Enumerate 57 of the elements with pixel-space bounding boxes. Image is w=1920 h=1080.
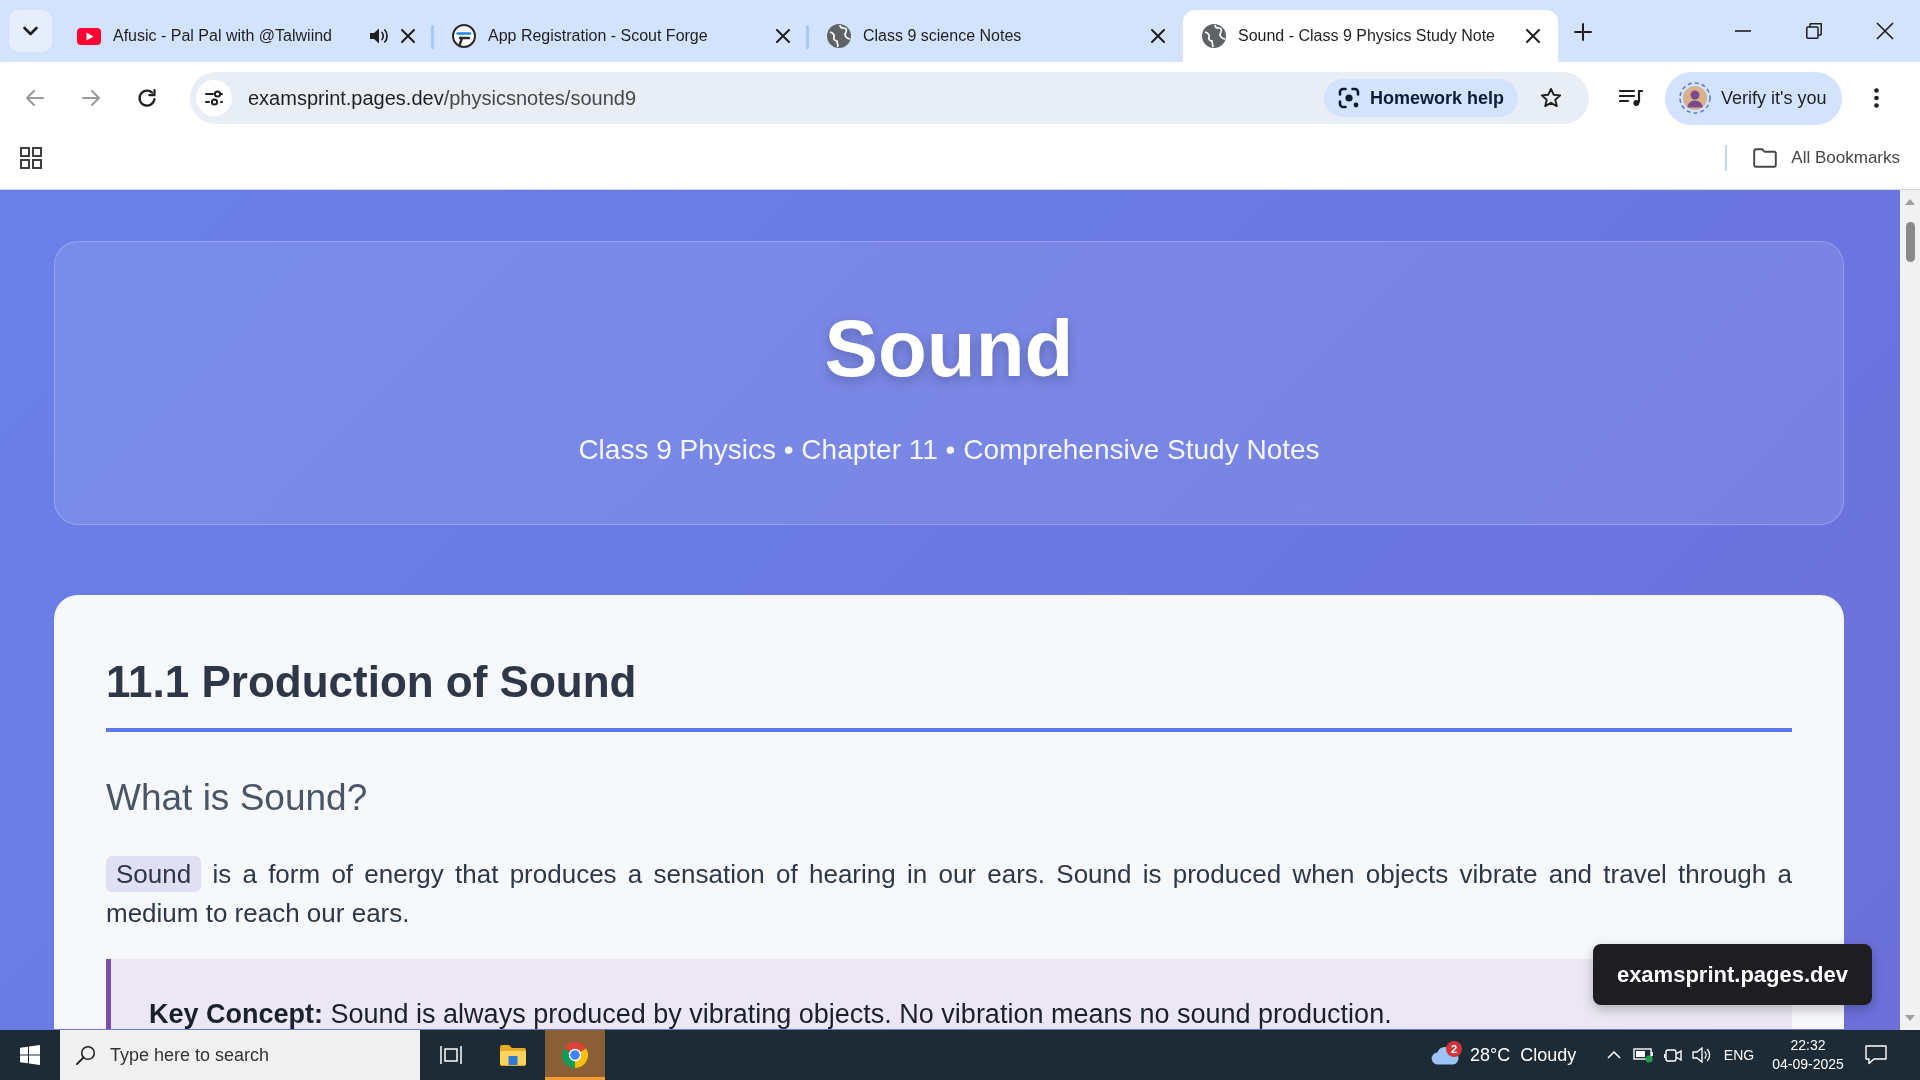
page-title: Sound: [824, 303, 1074, 395]
apps-grid-icon[interactable]: [20, 146, 42, 169]
lens-icon: [1337, 87, 1360, 109]
sliders-icon[interactable]: [196, 80, 232, 116]
close-icon[interactable]: [776, 29, 790, 43]
browser-tab[interactable]: Afusic - Pal Pal with @Talwiind: [58, 10, 433, 62]
scrollbar-track[interactable]: [1900, 190, 1920, 1030]
url-text[interactable]: examsprint.pages.dev/physicsnotes/sound9: [248, 86, 636, 110]
alert-badge: 2: [1446, 1040, 1462, 1057]
speaker-icon[interactable]: [1691, 1047, 1712, 1063]
restore-icon[interactable]: [1805, 23, 1822, 39]
folder-icon: [499, 1044, 527, 1066]
search-icon: [76, 1045, 96, 1065]
section-subheading: What is Sound?: [106, 776, 368, 819]
minimize-icon[interactable]: [1734, 30, 1751, 32]
playlist-icon[interactable]: [1619, 88, 1643, 108]
clock-date[interactable]: 04-09-2025: [1772, 1055, 1844, 1074]
globe-icon: [827, 24, 851, 48]
all-bookmarks-button[interactable]: All Bookmarks: [1753, 147, 1920, 168]
close-icon[interactable]: [1875, 22, 1894, 40]
avatar-icon: [1679, 82, 1711, 114]
folder-icon: [1753, 147, 1778, 168]
browser-tab[interactable]: Class 9 science Notes: [808, 10, 1183, 62]
speech-bubble-icon[interactable]: [1865, 1045, 1887, 1065]
start-menu-icon[interactable]: [20, 1045, 40, 1065]
plus-icon[interactable]: [1574, 23, 1592, 41]
task-view-icon: [440, 1045, 462, 1065]
browser-icon: [561, 1041, 589, 1069]
scrollbar-thumb[interactable]: [1905, 222, 1915, 262]
section-heading: 11.1 Production of Sound: [106, 655, 1792, 732]
site-badge: examsprint.pages.dev: [1592, 944, 1872, 1005]
close-icon[interactable]: [1151, 29, 1165, 43]
temperature-text[interactable]: 28°C: [1470, 1044, 1511, 1066]
chevron-up-icon[interactable]: [1606, 1051, 1621, 1059]
globe-icon: [1202, 24, 1226, 48]
paragraph-text: Sound is a form of energy that produces a sensation of hearing in our ears. Sound is produced when objects vibrate and travel through a medium to reach our ears.: [106, 855, 1792, 933]
circle-logo-icon: [452, 24, 476, 48]
play-logo-icon: [77, 27, 101, 45]
more-menu-icon[interactable]: [1874, 88, 1880, 108]
homework-help-button[interactable]: Homework help: [1323, 79, 1518, 117]
close-icon[interactable]: [401, 29, 415, 43]
speaker-icon[interactable]: [369, 27, 389, 45]
camera-icon[interactable]: [1663, 1047, 1682, 1063]
reload-icon[interactable]: [137, 88, 157, 108]
battery-icon[interactable]: [1632, 1047, 1655, 1063]
browser-tab[interactable]: Sound - Class 9 Physics Study Note: [1183, 10, 1558, 62]
clock-time[interactable]: 22:32: [1790, 1036, 1826, 1055]
chevron-down-icon[interactable]: [9, 10, 52, 52]
profile-button[interactable]: Verify it's you: [1665, 71, 1843, 125]
language-indicator[interactable]: ENG: [1716, 1047, 1762, 1063]
search-field[interactable]: Type here to search: [60, 1030, 420, 1080]
page-subtitle: Class 9 Physics • Chapter 11 • Comprehensive Study Notes: [578, 433, 1320, 467]
star-icon[interactable]: [1540, 87, 1562, 109]
address-bar[interactable]: examsprint.pages.dev/physicsnotes/sound9 Homework help: [190, 72, 1589, 124]
browser-tab[interactable]: App Registration - Scout Forge: [433, 10, 808, 62]
weather-condition-text[interactable]: Cloudy: [1520, 1044, 1577, 1066]
close-icon[interactable]: [1526, 29, 1540, 43]
